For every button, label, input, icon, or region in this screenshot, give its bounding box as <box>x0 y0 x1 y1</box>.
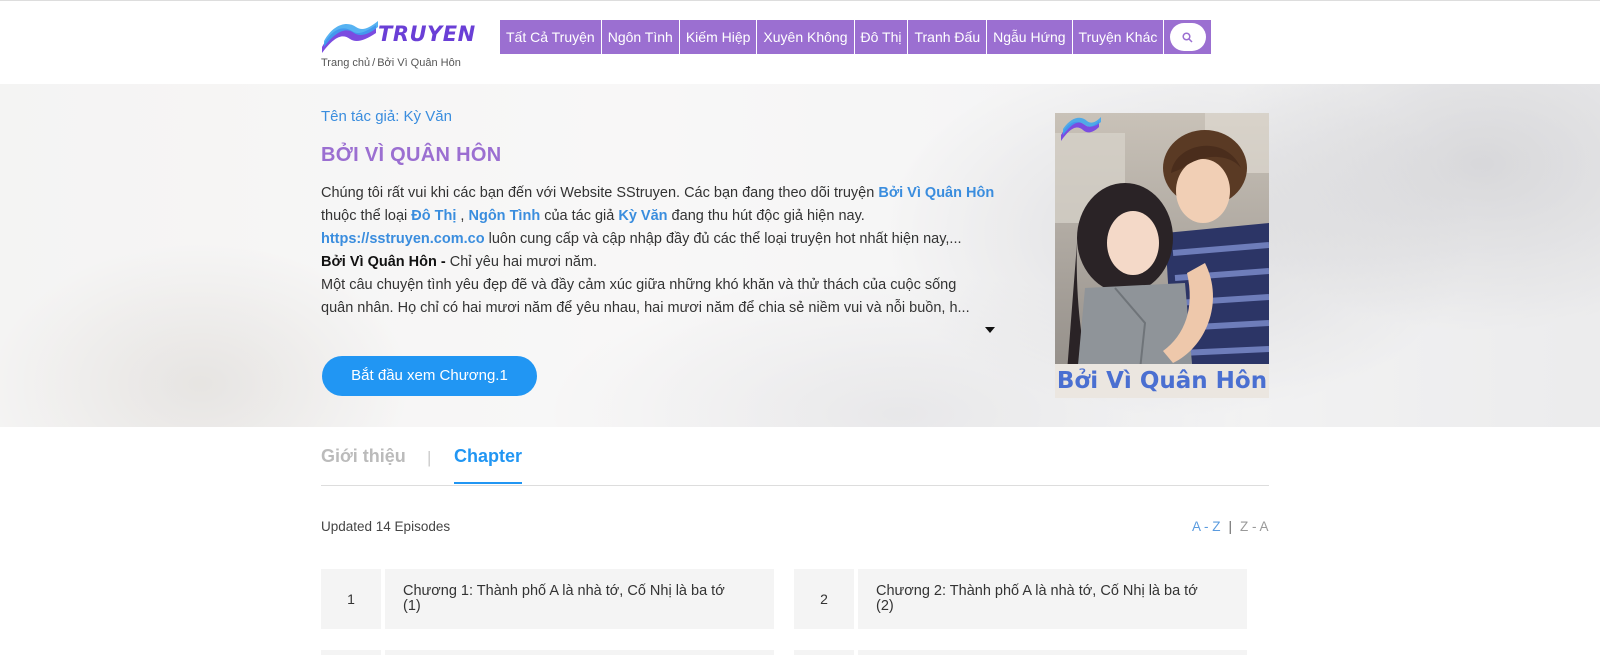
chapter-item[interactable]: 2 Chương 2: Thành phố A là nhà tớ, Cố Nh… <box>794 569 1247 629</box>
desc-line-3: https://sstruyen.com.co luôn cung cấp và… <box>321 228 1005 251</box>
breadcrumb: Trang chủ / Bởi Vì Quân Hôn <box>321 57 461 69</box>
breadcrumb-separator: / <box>372 57 376 69</box>
nav-item-do-thi[interactable]: Đô Thị <box>855 20 909 54</box>
chapter-title-line-2: (1) <box>403 598 421 614</box>
logo-wave-icon <box>322 21 378 53</box>
desc-author-link[interactable]: Kỳ Văn <box>618 208 667 224</box>
sort-a-z-button[interactable]: A - Z <box>1192 519 1221 534</box>
desc-site-suffix: luôn cung cấp và cập nhập đầy đủ các thể… <box>484 231 962 247</box>
episode-count: Updated 14 Episodes <box>321 519 451 534</box>
nav-item-truyen-khac[interactable]: Truyện Khác <box>1073 20 1165 54</box>
desc-author-prefix: của tác giả <box>540 208 619 224</box>
desc-genre-link-ngon-tinh[interactable]: Ngôn Tình <box>469 208 541 224</box>
search-icon <box>1182 31 1193 43</box>
desc-intro-text: Chúng tôi rất vui khi các bạn đến với We… <box>321 185 879 201</box>
nav-item-ngon-tinh[interactable]: Ngôn Tình <box>602 20 680 54</box>
next-row-number-hint <box>321 650 381 655</box>
logo-text: TRUYEN <box>378 22 476 46</box>
desc-genre-link-do-thi[interactable]: Đô Thị <box>411 208 456 224</box>
sort-controls: A - Z | Z - A <box>1192 519 1269 534</box>
chapter-number: 1 <box>321 569 381 629</box>
desc-author-suffix: đang thu hút độc giả hiện nay. <box>667 208 865 224</box>
nav-item-kiem-hiep[interactable]: Kiếm Hiệp <box>680 20 758 54</box>
desc-line-2: thuộc thể loại Đô Thị , Ngôn Tình của tá… <box>321 205 1005 228</box>
chapter-item[interactable]: 1 Chương 1: Thành phố A là nhà tớ, Cố Nh… <box>321 569 774 629</box>
breadcrumb-current: Bởi Vì Quân Hôn <box>377 57 461 69</box>
search-button-bg <box>1169 23 1206 51</box>
story-description: Chúng tôi rất vui khi các bạn đến với We… <box>321 182 1005 320</box>
chapter-title-line-2: (2) <box>876 598 894 614</box>
desc-tagline-rest: Chỉ yêu hai mươi năm. <box>445 254 598 270</box>
main-nav: Tất Cả Truyện Ngôn Tình Kiếm Hiệp Xuyên … <box>500 20 1212 54</box>
desc-line-5: Một câu chuyện tình yêu đẹp đẽ và đầy cả… <box>321 277 957 293</box>
story-author[interactable]: Tên tác giả: Kỳ Văn <box>321 108 452 125</box>
desc-story-link[interactable]: Bởi Vì Quân Hôn <box>878 185 994 201</box>
sort-z-a-button[interactable]: Z - A <box>1240 519 1269 534</box>
breadcrumb-home[interactable]: Trang chủ <box>321 57 370 69</box>
desc-site-link[interactable]: https://sstruyen.com.co <box>321 231 485 247</box>
desc-line-4: Bởi Vì Quân Hôn - Chỉ yêu hai mươi năm. <box>321 251 1005 274</box>
sort-separator: | <box>1228 519 1233 534</box>
story-tabs: Giới thiệu | Chapter <box>321 440 1269 486</box>
nav-item-xuyen-khong[interactable]: Xuyên Không <box>757 20 855 54</box>
desc-comma: , <box>456 208 469 224</box>
next-row-number-hint <box>794 650 854 655</box>
chapter-number: 2 <box>794 569 854 629</box>
start-reading-button[interactable]: Bắt đầu xem Chương.1 <box>322 356 537 396</box>
story-title: BỞI VÌ QUÂN HÔN <box>321 144 502 166</box>
expand-description-icon[interactable] <box>985 327 995 333</box>
chapter-title-line-1: Chương 2: Thành phố A là nhà tớ, Cố Nhị … <box>876 583 1198 599</box>
next-row-title-hint <box>858 650 1247 655</box>
next-row-title-hint <box>385 650 774 655</box>
site-logo[interactable]: TRUYEN <box>320 19 482 55</box>
cover-illustration <box>1055 113 1269 398</box>
tab-chapter[interactable]: Chapter <box>454 446 523 484</box>
nav-item-all-stories[interactable]: Tất Cả Truyện <box>500 20 602 54</box>
nav-item-tranh-dau[interactable]: Tranh Đấu <box>908 20 988 54</box>
chapter-title: Chương 2: Thành phố A là nhà tớ, Cố Nhị … <box>858 569 1247 629</box>
desc-tagline-bold: Bởi Vì Quân Hôn - <box>321 254 446 270</box>
site-header: TRUYEN Tất Cả Truyện Ngôn Tình Kiếm Hiệp… <box>0 0 1600 84</box>
story-cover-image: Bởi Vì Quân Hôn <box>1055 113 1269 398</box>
chapter-title: Chương 1: Thành phố A là nhà tớ, Cố Nhị … <box>385 569 774 629</box>
tab-separator: | <box>427 448 432 467</box>
desc-line-6: quân nhân. Họ chỉ có hai mươi năm để yêu… <box>321 300 970 316</box>
desc-line-1: Chúng tôi rất vui khi các bạn đến với We… <box>321 182 1005 205</box>
chapter-title-line-1: Chương 1: Thành phố A là nhà tớ, Cố Nhị … <box>403 583 725 599</box>
nav-item-ngau-hung[interactable]: Ngẫu Hứng <box>987 20 1073 54</box>
story-hero: Tên tác giả: Kỳ Văn BỞI VÌ QUÂN HÔN Chún… <box>0 84 1600 427</box>
desc-genre-prefix: thuộc thể loại <box>321 208 412 224</box>
search-button[interactable] <box>1164 20 1212 54</box>
tab-introduction[interactable]: Giới thiệu <box>321 446 406 467</box>
cover-caption: Bởi Vì Quân Hôn <box>1055 364 1269 398</box>
